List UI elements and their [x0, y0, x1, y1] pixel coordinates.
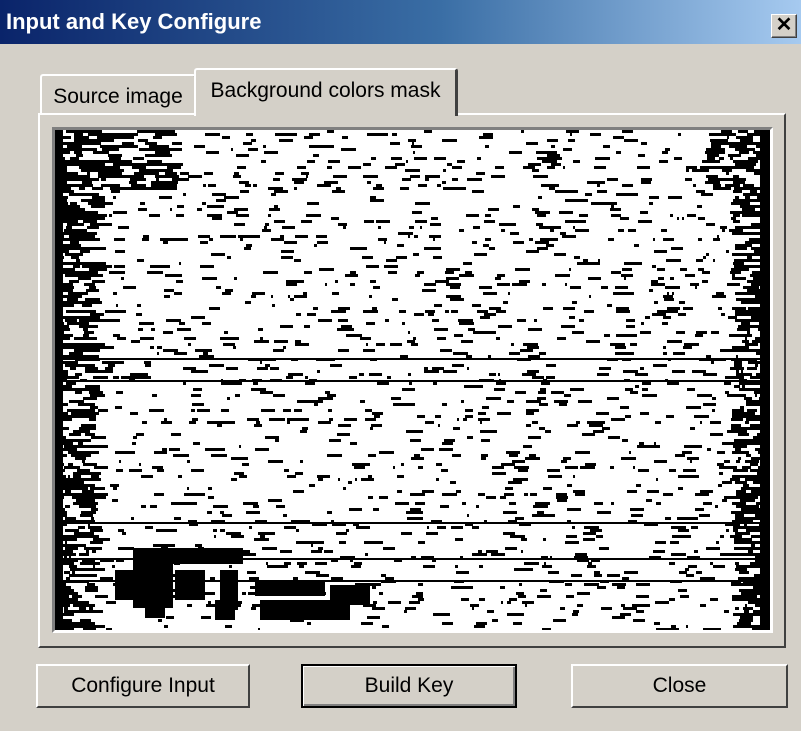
configure-input-button[interactable]: Configure Input	[36, 664, 250, 708]
binary-mask-image	[55, 130, 770, 630]
tab-source-image[interactable]: Source image	[40, 74, 196, 114]
window-title: Input and Key Configure	[6, 9, 262, 34]
close-button[interactable]: Close	[571, 664, 788, 708]
close-icon[interactable]: ✕	[771, 14, 797, 38]
mask-preview-image	[52, 127, 773, 633]
tab-background-colors-mask[interactable]: Background colors mask	[194, 68, 458, 116]
build-key-button[interactable]: Build Key	[301, 664, 517, 708]
tab-panel	[38, 113, 786, 648]
input-and-key-configure-dialog: Input and Key Configure ✕ Source image B…	[0, 0, 801, 731]
title-bar[interactable]: Input and Key Configure ✕	[0, 0, 801, 44]
